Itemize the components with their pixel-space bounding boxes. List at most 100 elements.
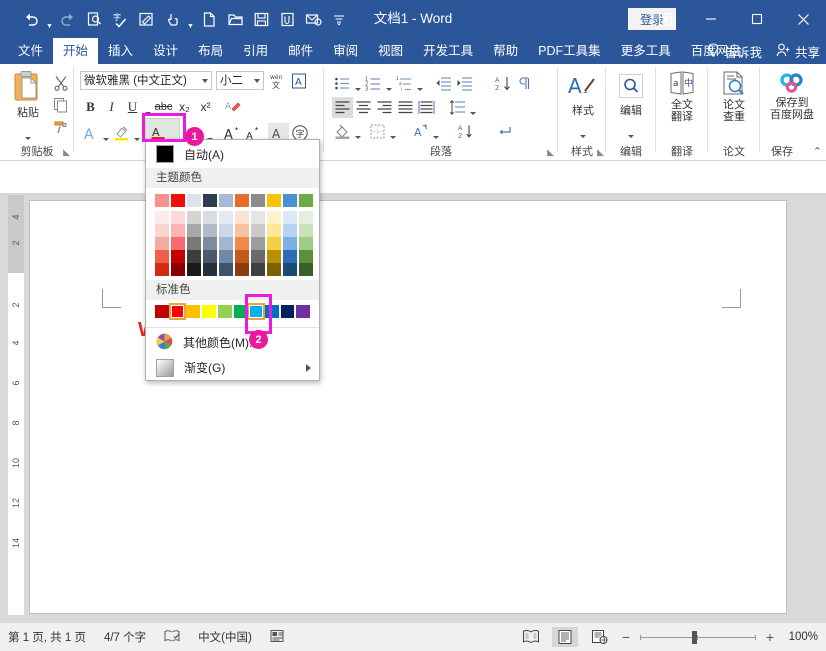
styles-dropdown-icon[interactable] [578, 117, 588, 143]
zoom-out-button[interactable]: − [620, 629, 632, 645]
theme-color-swatch[interactable] [235, 194, 249, 207]
font-color-dropdown-panel[interactable]: 自动(A) 主题颜色 标准色 其他颜色(M)... [145, 139, 320, 381]
tab-developer[interactable]: 开发工具 [413, 38, 483, 64]
font-size-combobox[interactable]: 小二 [216, 71, 264, 90]
customize-qat-icon[interactable] [326, 4, 352, 34]
theme-color-shade-swatch[interactable] [219, 263, 233, 276]
track-changes-icon[interactable] [133, 4, 159, 34]
multilevel-list-dropdown-icon[interactable] [415, 70, 425, 96]
copy-icon[interactable] [50, 94, 72, 116]
standard-color-swatch-9[interactable] [296, 305, 310, 318]
more-colors-item[interactable]: 其他颜色(M)... [146, 330, 319, 355]
tab-more-tools[interactable]: 更多工具 [611, 38, 681, 64]
standard-color-swatch-8[interactable] [281, 305, 295, 318]
font-name-combobox[interactable]: 微软雅黑 (中文正文) [80, 71, 212, 90]
clipboard-dialog-launcher[interactable]: ◣ [63, 147, 70, 158]
new-doc-icon[interactable] [196, 4, 222, 34]
tab-mailings[interactable]: 邮件 [278, 38, 323, 64]
undo-dropdown-icon[interactable]: ▼ [44, 0, 55, 39]
spellcheck-icon[interactable]: 字 [107, 4, 133, 34]
theme-color-shade-swatch[interactable] [203, 250, 217, 263]
theme-color-swatch[interactable] [187, 194, 201, 207]
language-indicator[interactable]: 中文(中国) [198, 629, 252, 645]
share-button[interactable]: 共享 [776, 42, 820, 61]
theme-color-shade-swatch[interactable] [219, 211, 233, 224]
web-layout-view-button[interactable] [586, 627, 612, 647]
line-spacing-dropdown-icon[interactable] [468, 94, 478, 120]
shading-icon[interactable] [332, 121, 353, 142]
undo-icon[interactable] [18, 4, 44, 34]
theme-color-shade-swatch[interactable] [155, 224, 169, 237]
touch-mode-icon[interactable] [159, 4, 185, 34]
borders-icon[interactable] [367, 121, 388, 142]
thesis-check-button[interactable]: 论文 查重 [714, 70, 754, 123]
word-count[interactable]: 4/7 个字 [104, 629, 146, 645]
theme-color-shade-swatch[interactable] [171, 263, 185, 276]
collapse-ribbon-icon[interactable]: ⌃ [813, 145, 822, 158]
paragraph-mark-icon[interactable] [494, 121, 515, 142]
theme-color-shade-swatch[interactable] [235, 224, 249, 237]
bold-button[interactable]: B [80, 97, 101, 118]
theme-color-swatch[interactable] [171, 194, 185, 207]
theme-color-swatch[interactable] [267, 194, 281, 207]
zoom-in-button[interactable]: + [764, 629, 776, 645]
standard-color-swatch-0[interactable] [155, 305, 169, 318]
page-info[interactable]: 第 1 页, 共 1 页 [8, 629, 86, 645]
standard-colors-row[interactable] [146, 300, 319, 325]
touch-mode-dropdown-icon[interactable]: ▼ [185, 0, 196, 39]
align-center-button[interactable] [353, 97, 374, 118]
standard-color-swatch-1[interactable] [171, 305, 185, 318]
automatic-color-item[interactable]: 自动(A) [146, 140, 319, 168]
phonetic-guide-icon[interactable]: wén文 [267, 70, 288, 91]
align-right-button[interactable] [374, 97, 395, 118]
ribbon-display-options-button[interactable] [642, 0, 688, 38]
tab-layout[interactable]: 布局 [188, 38, 233, 64]
distribute-button[interactable] [416, 97, 437, 118]
attach-icon[interactable] [274, 4, 300, 34]
numbering-icon[interactable]: 123 [363, 73, 384, 94]
theme-color-shade-swatch[interactable] [187, 224, 201, 237]
full-text-translate-button[interactable]: a中 全文 翻译 [662, 70, 702, 123]
theme-color-shade-swatch[interactable] [299, 250, 313, 263]
theme-color-shade-swatch[interactable] [251, 211, 265, 224]
theme-color-shade-swatch[interactable] [251, 237, 265, 250]
sort-icon[interactable]: AZ [493, 73, 514, 94]
line-spacing-icon[interactable] [447, 97, 468, 118]
theme-color-shade-swatch[interactable] [187, 211, 201, 224]
theme-color-swatch[interactable] [283, 194, 297, 207]
tell-me-button[interactable]: 告诉我 [707, 42, 762, 61]
multilevel-list-icon[interactable]: 1ai [394, 73, 415, 94]
close-button[interactable] [780, 0, 826, 38]
bullets-icon[interactable] [332, 73, 353, 94]
paste-dropdown-icon[interactable] [23, 119, 33, 145]
theme-color-swatch[interactable] [219, 194, 233, 207]
tab-references[interactable]: 引用 [233, 38, 278, 64]
theme-color-shade-swatch[interactable] [283, 237, 297, 250]
cut-icon[interactable] [50, 72, 72, 94]
theme-color-shade-swatch[interactable] [187, 237, 201, 250]
standard-color-swatch-4[interactable] [218, 305, 232, 318]
styles-dialog-launcher[interactable]: ◣ [597, 147, 604, 158]
theme-color-shade-swatch[interactable] [299, 263, 313, 276]
standard-color-swatch-7[interactable] [265, 305, 279, 318]
vertical-ruler[interactable]: 4 2 2 4 6 8 10 12 14 [8, 195, 24, 615]
theme-color-shade-swatch[interactable] [171, 211, 185, 224]
numbering-dropdown-icon[interactable] [384, 70, 394, 96]
theme-color-shade-swatch[interactable] [203, 211, 217, 224]
editing-dropdown-icon[interactable] [626, 117, 636, 143]
theme-color-shade-swatch[interactable] [187, 263, 201, 276]
format-painter-icon[interactable] [50, 116, 72, 138]
theme-color-shade-swatch[interactable] [235, 211, 249, 224]
theme-color-swatch[interactable] [299, 194, 313, 207]
theme-color-shade-swatch[interactable] [219, 250, 233, 263]
justify-button[interactable] [395, 97, 416, 118]
tab-home[interactable]: 开始 [53, 38, 98, 64]
theme-color-shade-swatch[interactable] [299, 224, 313, 237]
standard-color-swatch-5[interactable] [234, 305, 248, 318]
read-mode-view-button[interactable] [518, 627, 544, 647]
maximize-button[interactable] [734, 0, 780, 38]
asian-layout-icon[interactable]: A [410, 121, 431, 142]
save-to-baidu-netdisk-button[interactable]: 保存到 百度网盘 [762, 72, 822, 121]
proofing-icon[interactable] [164, 629, 180, 646]
theme-color-shade-swatch[interactable] [283, 211, 297, 224]
